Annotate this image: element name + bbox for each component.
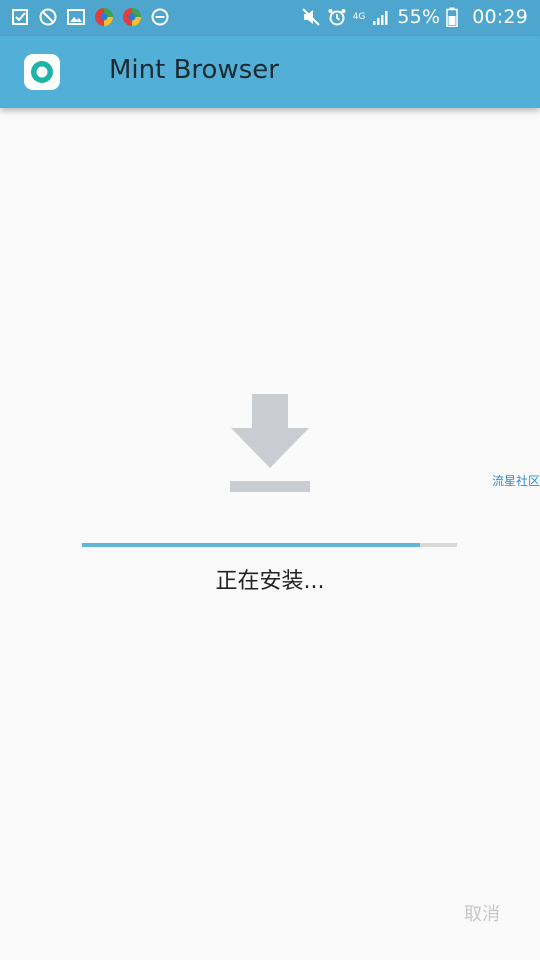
install-progress-fill xyxy=(82,543,420,547)
app-title: Mint Browser xyxy=(109,55,279,85)
status-bar-system: 4G 55% 00:29 xyxy=(301,6,528,28)
app-badge-icon xyxy=(94,7,114,27)
floating-link[interactable]: 流星社区 xyxy=(492,472,540,489)
gallery-icon xyxy=(66,7,86,27)
mint-browser-logo xyxy=(24,54,60,90)
install-progress-bar xyxy=(82,543,457,547)
dnd-icon xyxy=(150,7,170,27)
alarm-icon xyxy=(327,7,347,27)
battery-percent: 55% xyxy=(397,6,441,28)
status-bar: 4G 55% 00:29 xyxy=(0,0,540,36)
blocked-icon xyxy=(38,7,58,27)
app-bar: Mint Browser xyxy=(0,36,540,108)
app-badge-icon xyxy=(122,7,142,27)
mute-icon xyxy=(301,7,321,27)
status-bar-notifications xyxy=(10,7,170,27)
install-status-text: 正在安装... xyxy=(215,569,325,594)
signal-icon xyxy=(371,7,391,27)
clock: 00:29 xyxy=(472,6,528,28)
battery-icon xyxy=(446,7,466,28)
cancel-button[interactable]: 取消 xyxy=(464,900,500,926)
tasks-icon xyxy=(10,7,30,27)
download-icon xyxy=(229,394,311,494)
network-type: 4G xyxy=(352,12,366,22)
